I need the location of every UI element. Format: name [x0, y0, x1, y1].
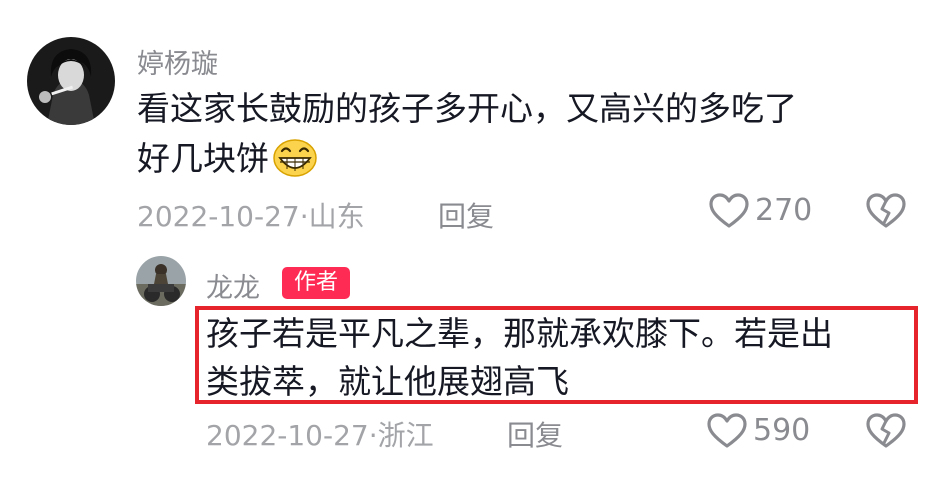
reply-date: 2022-10-27	[206, 419, 369, 452]
comment-location: 山东	[308, 200, 365, 233]
broken-heart-icon[interactable]	[866, 413, 906, 453]
grinning-face-icon	[272, 138, 318, 192]
comment-text-line-2-wrap: 好几块饼	[137, 134, 318, 192]
commenter-avatar[interactable]	[27, 37, 115, 125]
comment-like-count: 270	[755, 193, 813, 228]
reply-author-avatar[interactable]	[136, 256, 186, 306]
reply-meta: 2022-10-27·浙江	[206, 419, 434, 452]
reply-author-username[interactable]: 龙龙	[206, 266, 260, 305]
comment-reply-button[interactable]: 回复	[438, 195, 494, 235]
broken-heart-icon[interactable]	[866, 193, 906, 233]
reply-like-count: 590	[753, 413, 811, 448]
heart-icon[interactable]	[707, 413, 747, 453]
comment-text-line-2: 好几块饼	[137, 139, 269, 178]
comment-text-line-1: 看这家长鼓励的孩子多开心，又高兴的多吃了	[137, 89, 797, 128]
reply-reply-button[interactable]: 回复	[507, 414, 563, 454]
reply-location: 浙江	[377, 419, 434, 452]
commenter-username[interactable]: 婷杨璇	[137, 42, 218, 81]
comment-date: 2022-10-27	[137, 200, 300, 233]
comment-meta: 2022-10-27·山东	[137, 200, 365, 233]
reply-text-line-1: 孩子若是平凡之辈，那就承欢膝下。若是出	[206, 314, 833, 353]
author-badge: 作者	[282, 267, 350, 299]
heart-icon[interactable]	[709, 193, 749, 233]
reply-text-line-2: 类拔萃，就让他展翅高飞	[206, 362, 569, 401]
